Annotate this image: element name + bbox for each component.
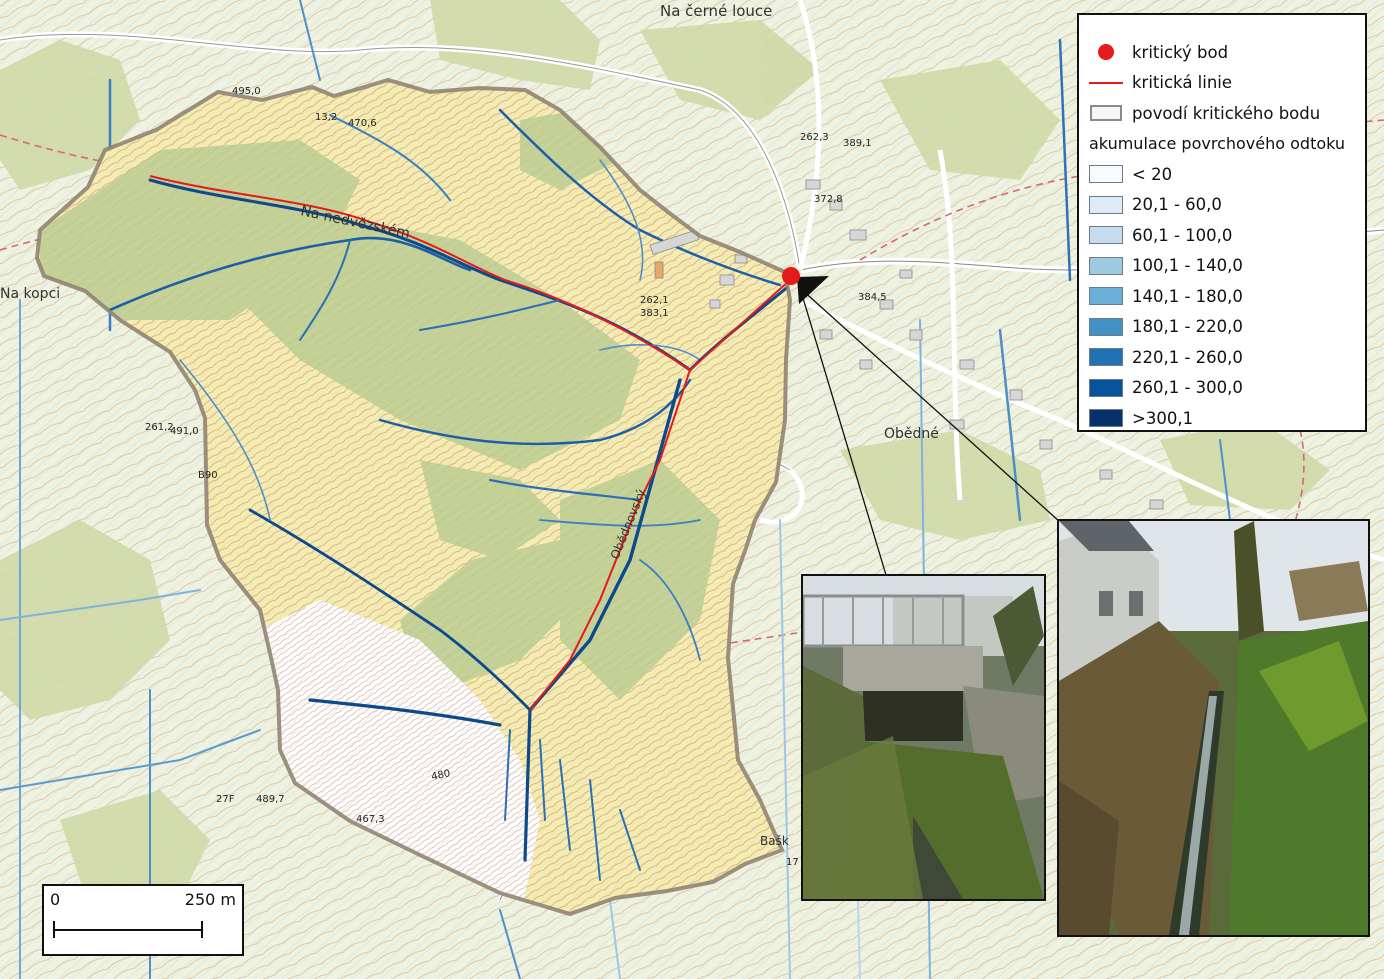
spot-height: B90 — [198, 470, 218, 481]
photo-bridge-culvert — [801, 574, 1046, 901]
color-swatch — [1089, 348, 1123, 367]
legend-item-critical-point: kritický bod — [1089, 37, 1365, 68]
legend-class: 60,1 - 100,0 — [1089, 220, 1365, 251]
scale-bar-start-label: 0 — [50, 890, 61, 909]
color-swatch — [1089, 409, 1123, 428]
scale-bar-line — [54, 929, 202, 931]
spot-height: 383,1 — [640, 308, 669, 319]
spot-height: 467,3 — [356, 814, 385, 825]
spot-height: 17 — [786, 857, 799, 868]
legend-class: 260,1 - 300,0 — [1089, 373, 1365, 404]
legend-label: kritická linie — [1132, 73, 1233, 93]
spot-height: 489,7 — [256, 794, 285, 805]
red-dot-icon — [1098, 44, 1114, 61]
photo-stream-channel — [1057, 519, 1370, 937]
color-swatch — [1089, 165, 1123, 184]
legend-class-label: 180,1 - 220,0 — [1132, 317, 1243, 337]
place-label-na-kopci: Na kopci — [0, 286, 60, 302]
legend-class-label: < 20 — [1132, 164, 1173, 184]
color-swatch — [1089, 317, 1123, 336]
critical-point — [782, 267, 800, 285]
scale-bar-tick — [201, 921, 203, 938]
red-line-icon — [1089, 81, 1123, 84]
legend-class-label: 260,1 - 300,0 — [1132, 378, 1243, 398]
legend-class: >300,1 — [1089, 403, 1365, 434]
color-swatch — [1089, 256, 1123, 275]
place-label-na-cerne-louce: Na černé louce — [660, 2, 772, 20]
legend-class-label: 140,1 - 180,0 — [1132, 286, 1243, 306]
scale-bar-distance-label: 250 m — [184, 890, 236, 909]
basin-outline-icon — [1090, 105, 1122, 122]
legend: kritický bod kritická linie povodí kriti… — [1077, 13, 1367, 432]
legend-class: 220,1 - 260,0 — [1089, 342, 1365, 373]
legend-class: 140,1 - 180,0 — [1089, 281, 1365, 312]
legend-class: 180,1 - 220,0 — [1089, 312, 1365, 343]
legend-class: 20,1 - 60,0 — [1089, 190, 1365, 221]
spot-height: 372,8 — [814, 194, 843, 205]
spot-height: 27F — [216, 794, 235, 805]
legend-accumulation-title: akumulace povrchového odtoku — [1089, 134, 1346, 154]
spot-height: 470,6 — [348, 118, 377, 129]
place-label-obedne: Obědné — [884, 426, 939, 442]
place-label-bask: Bašk — [760, 834, 789, 848]
map-figure: Na černé louce Na kopci Na nedvězském Ob… — [0, 0, 1384, 979]
spot-height: 262,3 — [800, 132, 829, 143]
spot-height: 262,1 — [640, 295, 669, 306]
legend-class: 100,1 - 140,0 — [1089, 251, 1365, 282]
spot-height: 13,2 — [315, 112, 337, 123]
legend-class-label: 60,1 - 100,0 — [1132, 225, 1233, 245]
spot-height: 491,0 — [170, 426, 199, 437]
legend-label: povodí kritického bodu — [1132, 103, 1321, 123]
legend-item-basin: povodí kritického bodu — [1089, 98, 1365, 129]
scale-bar: 0 250 m — [42, 884, 244, 956]
legend-class-label: >300,1 — [1132, 408, 1194, 428]
scale-bar-tick — [53, 921, 55, 938]
spot-height: 384,5 — [858, 292, 887, 303]
legend-class-label: 100,1 - 140,0 — [1132, 256, 1243, 276]
legend-label: kritický bod — [1132, 42, 1229, 62]
legend-class: < 20 — [1089, 159, 1365, 190]
legend-item-critical-line: kritická linie — [1089, 68, 1365, 99]
spot-height: 389,1 — [843, 138, 872, 149]
legend-class-label: 20,1 - 60,0 — [1132, 195, 1222, 215]
legend-class-label: 220,1 - 260,0 — [1132, 347, 1243, 367]
color-swatch — [1089, 287, 1123, 306]
color-swatch — [1089, 226, 1123, 245]
spot-height: 495,0 — [232, 86, 261, 97]
color-swatch — [1089, 378, 1123, 397]
color-swatch — [1089, 195, 1123, 214]
